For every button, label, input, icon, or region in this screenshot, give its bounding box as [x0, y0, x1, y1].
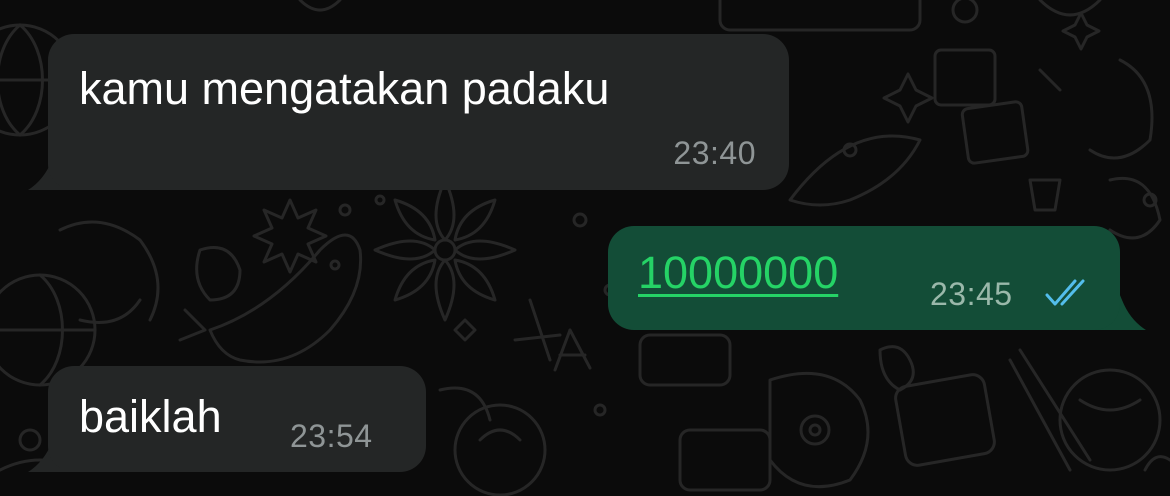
message-timestamp: 23:40	[673, 135, 756, 171]
message-timestamp: 23:54	[290, 418, 373, 454]
incoming-message-bubble[interactable]: baiklah 23:54	[48, 366, 426, 472]
outgoing-message-bubble[interactable]: 10000000 23:45	[608, 226, 1120, 330]
double-check-read-icon	[1045, 279, 1085, 306]
message-timestamp: 23:45	[930, 276, 1013, 312]
message-link-text[interactable]: 10000000	[638, 248, 838, 298]
message-text: baiklah	[79, 391, 222, 442]
message-text: kamu mengatakan padaku	[79, 63, 610, 114]
incoming-message-bubble[interactable]: kamu mengatakan padaku 23:40	[48, 34, 789, 190]
